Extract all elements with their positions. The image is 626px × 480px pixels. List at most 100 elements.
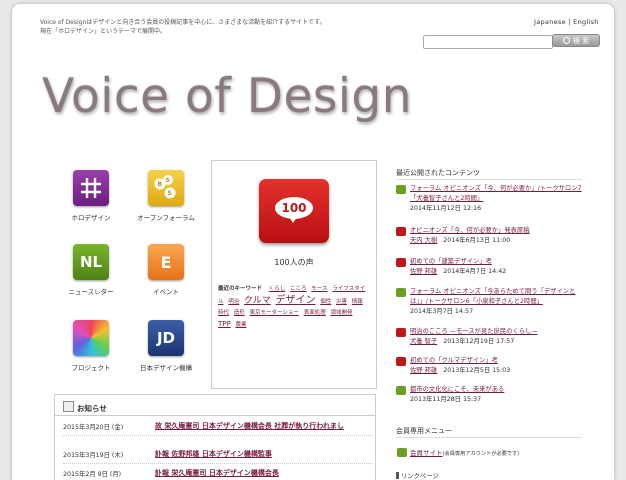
recent-item: 都市の文化化にこそ、未来がある 2013年11月28日 15:37 [396,385,592,405]
keyword-link[interactable]: モース [311,286,327,292]
links-page-title[interactable]: リンクページ [396,471,439,480]
keyword-link[interactable]: こころ [290,286,307,292]
voice-icon [396,258,406,267]
voices-badge[interactable]: 100 [259,179,329,243]
tile-newsletter[interactable]: NL ニュースレター [51,244,131,296]
tile-label: 日本デザイン機構 [140,364,192,372]
keywords-title: 最近のキーワード [218,286,263,292]
keyword-link[interactable]: デザイン [276,295,316,306]
site-logo[interactable]: Voice of Design [42,71,412,123]
keyword-link[interactable]: TPP [218,320,231,328]
member-icon [397,448,407,457]
recent-item-author[interactable]: 佐野 邦雄 [410,367,437,374]
keyword-link[interactable]: 領域開発 [330,310,352,316]
intro-line-1: Voice of Designはデザインと向き合う会員の投稿記事を中心に、さまざ… [40,19,326,26]
notices-title: お知らせ [63,401,107,414]
recent-item-date: 2014年11月12日 12:16 [410,205,482,212]
newsletter-icon: NL [73,244,109,280]
tile-event[interactable]: E イベント [126,244,206,296]
notice-link[interactable]: 故 栄久庵憲司 日本デザイン機構会長 社葬が執り行われまし [155,421,344,431]
notice-date: 2015年3月19日 (木) [63,452,124,459]
recent-item-title[interactable]: 初めての「クルマデザイン」考 [410,356,592,366]
recent-item-title[interactable]: 明治のこころ —モースが見た庶民のくらし— [410,327,592,337]
keyword-link[interactable]: 表面処理 [304,310,326,316]
newsletter-icon [396,185,406,194]
jd-icon: JD [148,320,184,356]
tile-project[interactable]: プロジェクト [51,320,131,372]
keyword-link[interactable]: 明治 [228,299,239,305]
recent-item-date: 2014年6月13日 11:00 [443,237,511,244]
pencil-icon [63,401,74,412]
recent-item: 初めての「クルマデザイン」考 佐野 邦雄 2013年12月5日 15:03 [396,356,592,376]
tile-label: ホロデザイン [71,214,111,222]
tile-label: イベント [153,288,179,296]
keyword-link[interactable]: 個性 [320,299,331,305]
search-input[interactable] [423,35,553,49]
newsletter-icon [396,288,406,297]
lang-japanese-link[interactable]: Japanese [534,18,566,26]
member-site-link[interactable]: 会員サイト [410,449,443,457]
notice-date: 2015年2月 9日 (月) [63,471,122,478]
recent-item-date: 2013年12月19日 17:57 [443,338,515,345]
recent-item-title[interactable]: オピニオンズ「今、何が必要か」発表原稿 [410,226,592,236]
lang-english-link[interactable]: English [573,18,599,26]
notice-link[interactable]: 訃報 佐野邦雄 日本デザイン機構監事 [155,449,272,459]
tile-label: ニュースレター [68,288,114,296]
recent-item-date: 2014年3月7日 14:57 [410,308,474,315]
notices-title-text: お知らせ [77,404,107,413]
keyword-link[interactable]: 情報 [352,299,363,305]
recent-item-title[interactable]: 都市の文化化にこそ、未来がある [410,385,592,395]
recent-item-date: 2013年11月28日 15:37 [410,396,482,403]
tile-open-forum[interactable]: BSS オープンフォーラム [126,170,206,222]
keyword-link[interactable]: 災害 [336,299,347,305]
keyword-link[interactable]: 東京モーターショー [250,310,299,316]
voices-label[interactable]: 100人の声 [212,257,376,268]
recent-item-author[interactable]: 犬養 智子 [410,338,437,345]
keyword-link[interactable]: くらし [269,286,286,292]
recent-item-title[interactable]: フォーラム オピニオンズ「今あらためて問う「デザインとは」」/トークサロン6「小… [410,287,592,307]
holo-design-icon [73,170,109,206]
recent-item: 明治のこころ —モースが見た庶民のくらし— 犬養 智子 2013年12月19日 1… [396,327,592,347]
divider [396,437,582,438]
speech-bubble-icon: 100 [275,197,313,219]
notices-panel: お知らせ 2015年3月20日 (金) 故 栄久庵憲司 日本デザイン機構会長 社… [54,394,376,480]
notice-date: 2015年3月20日 (金) [63,424,124,431]
tile-label: プロジェクト [71,364,111,372]
divider [396,179,582,180]
voice-icon [396,227,406,236]
divider [55,415,375,416]
keyword-link[interactable]: 時代 [218,310,229,316]
notice-row: 2015年3月19日 (木) 訃報 佐野邦雄 日本デザイン機構監事 [63,446,373,464]
page: Voice of Designはデザインと向き合う会員の投稿記事を中心に、さまざ… [12,4,614,480]
keyword-link[interactable]: 造形 [234,310,245,316]
language-switch: Japanese | English [534,18,599,26]
keyword-link[interactable]: クルマ [244,296,271,306]
notice-row: 2015年3月20日 (金) 故 栄久庵憲司 日本デザイン機構会長 社葬が執り行… [63,418,373,436]
voice-icon [396,328,406,337]
tile-holo-design[interactable]: ホロデザイン [51,170,131,222]
member-site-entry: 会員サイト(会員専用アカウントが必要です) [397,447,519,457]
recent-item-date: 2014年4月7日 14:42 [443,268,507,275]
event-icon: E [148,244,184,280]
search-icon [562,37,570,44]
notice-link[interactable]: 訃報 栄久庵憲司 日本デザイン機構会長 [155,468,279,478]
recent-item-title[interactable]: フォーラム オピニオンズ「今、何が必要か」/トークサロン7「犬養智子さんと2時間… [410,184,592,204]
recent-item: オピニオンズ「今、何が必要か」発表原稿 天内 大樹 2014年6月13日 11:0… [396,226,592,246]
member-note: (会員専用アカウントが必要です) [442,451,520,457]
notice-row: 2015年2月 9日 (月) 訃報 栄久庵憲司 日本デザイン機構会長 [63,465,373,480]
keyword-link[interactable]: 農業 [235,322,246,328]
keyword-cloud: 最近のキーワード くらし こころ モース ライフスタイル 明治 クルマ デザイン… [218,284,372,331]
links-label: リンクページ [401,473,439,480]
recent-item: フォーラム オピニオンズ「今、何が必要か」/トークサロン7「犬養智子さんと2時間… [396,184,592,214]
intro-line-2: 現在「ホロデザイン」というテーマで展開中。 [40,28,167,35]
recent-item-author[interactable]: 天内 大樹 [410,237,437,244]
newsletter-icon [396,386,406,395]
site-intro: Voice of Designはデザインと向き合う会員の投稿記事を中心に、さまざ… [40,18,370,36]
tile-japan-design-organization[interactable]: JD 日本デザイン機構 [126,320,206,372]
recent-item-author[interactable]: 佐野 邦雄 [410,268,437,275]
search-button[interactable]: 検 索 [552,34,600,47]
recent-item-title[interactable]: 初めての「建築デザイン」考 [410,257,592,267]
tile-label: オープンフォーラム [137,214,195,222]
recent-item: 初めての「建築デザイン」考 佐野 邦雄 2014年4月7日 14:42 [396,257,592,277]
recent-item-date: 2013年12月5日 15:03 [443,367,511,374]
